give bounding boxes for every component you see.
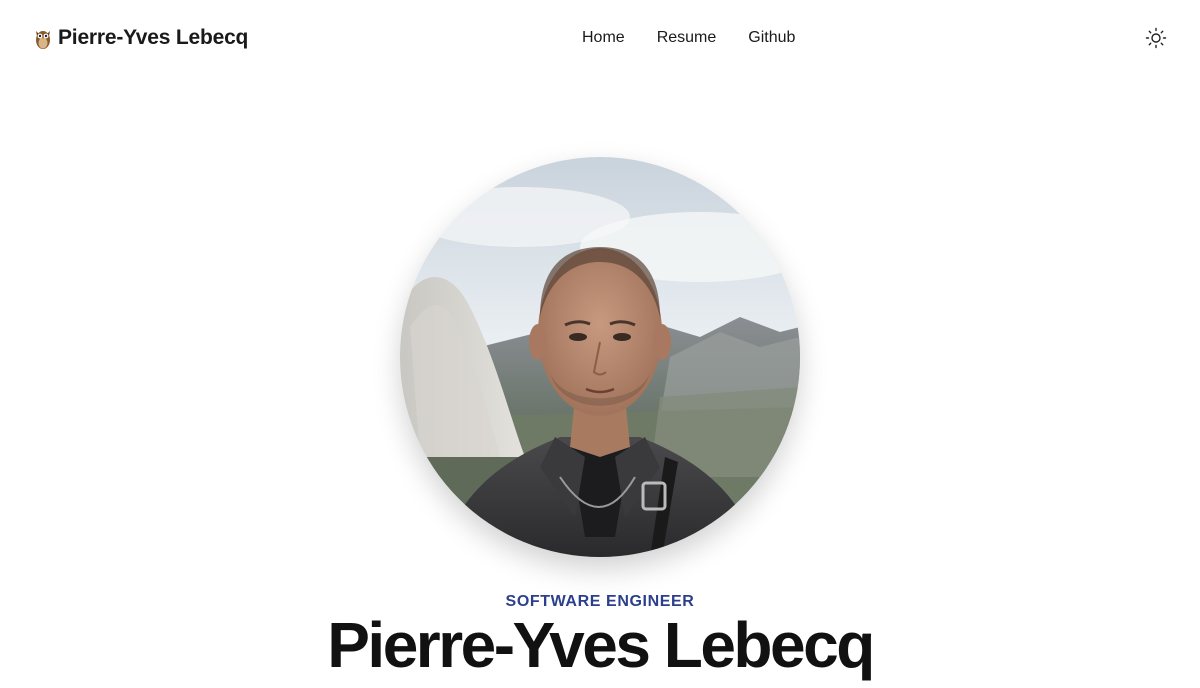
nav-item-github[interactable]: Github [748, 27, 795, 49]
profile-photo [400, 157, 800, 557]
hero-name: Pierre-Yves Lebecq [327, 609, 875, 681]
main-nav: Home Resume Github [582, 27, 795, 49]
owl-icon [36, 31, 50, 49]
sun-icon [1145, 27, 1167, 49]
nav-item-resume[interactable]: Resume [657, 27, 717, 49]
profile-photo-illustration [400, 157, 800, 557]
theme-toggle-button[interactable] [1144, 26, 1168, 50]
brand-name: Pierre-Yves Lebecq [58, 26, 249, 49]
nav-item-home[interactable]: Home [582, 27, 625, 49]
site-header: Pierre-Yves Lebecq Home Resume Github [0, 0, 1200, 76]
brand-home-link[interactable]: Pierre-Yves Lebecq [34, 24, 248, 52]
